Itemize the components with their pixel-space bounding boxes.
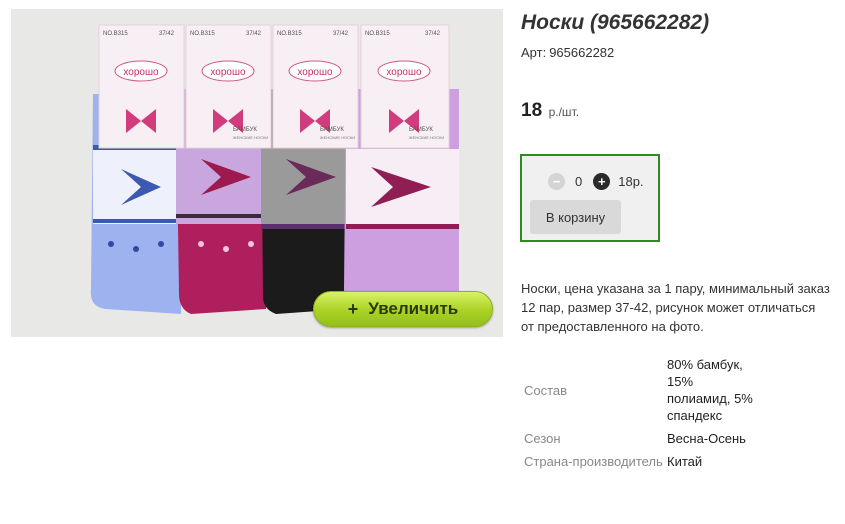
spec-name: Сезон (524, 431, 561, 446)
plus-icon: + (347, 298, 359, 319)
price-unit: р./шт. (548, 105, 580, 119)
sku-label: Арт: (521, 45, 547, 60)
card-model: NO.B315 (277, 31, 302, 37)
add-to-cart-button[interactable]: В корзину (530, 200, 621, 234)
card-brand: хорошо (297, 67, 333, 78)
card-material: БАМБУК (320, 127, 344, 133)
spec-name: Страна-производитель (524, 454, 663, 469)
packaging-cards (98, 24, 450, 149)
quantity-stepper: − 0 + 18р. (548, 173, 644, 190)
plus-icon[interactable]: + (593, 173, 611, 190)
product-description: Носки, цена указана за 1 пару, минимальн… (521, 281, 830, 334)
quantity-value: 0 (575, 174, 583, 189)
product-price: 18 р./шт. (521, 100, 579, 122)
card-sub: ЖЕНСКИЕ НОСКИ (233, 135, 268, 140)
card-size: 37/42 (246, 31, 262, 37)
zoom-label: Увеличить (368, 299, 459, 318)
spec-row: Сезон Весна-Осень (521, 427, 757, 450)
specs-table: Состав 80% бамбук, 15% полиамид, 5% спан… (521, 353, 757, 473)
card-sub: ЖЕНСКИЕ НОСКИ (320, 135, 355, 140)
product-sku: Арт: 965662282 (521, 45, 614, 60)
card-material: БАМБУК (233, 127, 257, 133)
card-size: 37/42 (159, 31, 175, 37)
spec-row: Страна-производитель Китай (521, 450, 757, 473)
card-sub: ЖЕНСКИЕ НОСКИ (409, 135, 444, 140)
zoom-button[interactable]: + Увеличить (313, 291, 493, 327)
card-model: NO.B315 (103, 31, 128, 37)
spec-name: Состав (524, 382, 568, 398)
card-brand: хорошо (210, 67, 246, 78)
card-brand: хорошо (123, 67, 159, 78)
spec-value: 80% бамбук, 15% полиамид, 5% спандекс (667, 357, 753, 423)
buy-box: − 0 + 18р. В корзину (520, 154, 660, 242)
minus-icon[interactable]: − (548, 173, 565, 190)
socks-photo: хорошо хорошо хорошо хорошо NO.B315 NO.B… (11, 9, 503, 337)
card-material: БАМБУК (409, 127, 433, 133)
card-brand: хорошо (386, 67, 422, 78)
card-model: NO.B315 (365, 31, 390, 37)
product-title: Носки (965662282) (521, 11, 710, 34)
card-size: 37/42 (333, 31, 349, 37)
card-model: NO.B315 (190, 31, 215, 37)
price-value: 18 (521, 100, 543, 121)
card-size: 37/42 (425, 31, 441, 37)
sku-value: 965662282 (549, 45, 615, 60)
product-image[interactable]: хорошо хорошо хорошо хорошо NO.B315 NO.B… (11, 9, 503, 337)
spec-value: Китай (667, 454, 703, 469)
quantity-total: 18р. (618, 174, 644, 189)
spec-value: Весна-Осень (667, 431, 746, 446)
spec-row: Состав 80% бамбук, 15% полиамид, 5% спан… (521, 353, 757, 427)
